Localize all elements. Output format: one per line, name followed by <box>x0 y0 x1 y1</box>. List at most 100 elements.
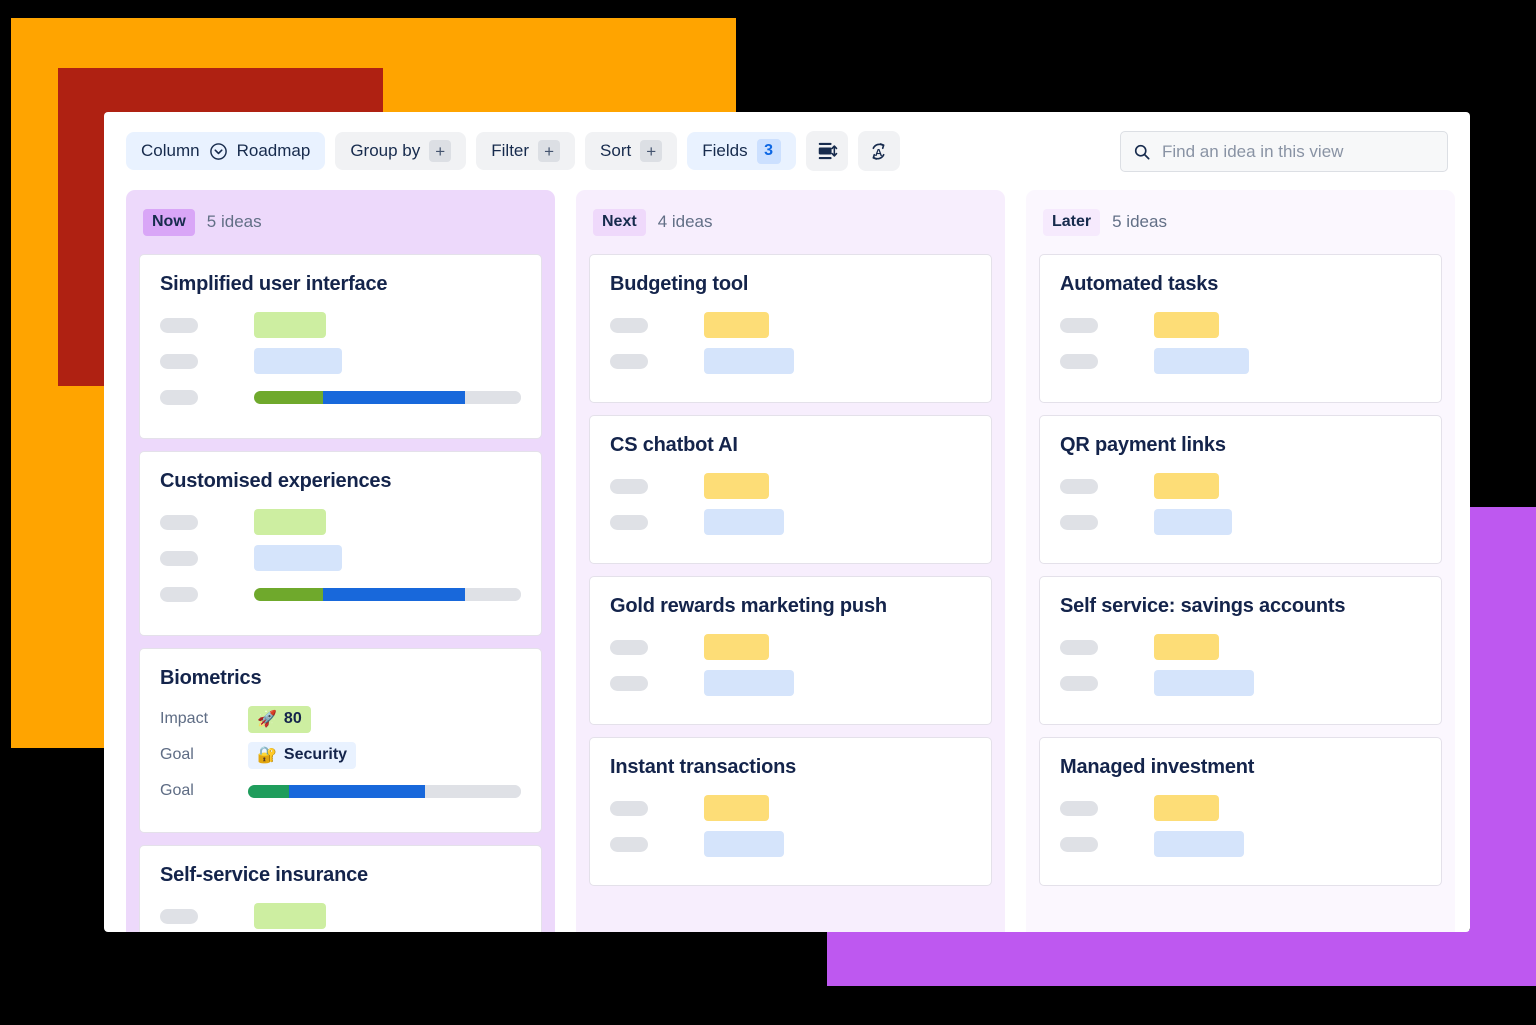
field-value-placeholder[interactable] <box>704 348 794 374</box>
progress-segment-green <box>254 587 324 601</box>
idea-card-title: Self service: savings accounts <box>1060 595 1346 617</box>
screenshot-stage: Column Roadmap Group by + Filter + Sort <box>0 0 1536 1025</box>
column-badge[interactable]: Next <box>593 208 646 236</box>
field-label-placeholder <box>610 675 648 691</box>
group-by-chip[interactable]: Group by + <box>335 132 467 170</box>
field-value-progress-bar[interactable] <box>248 784 521 798</box>
field-label-placeholder <box>610 478 648 494</box>
idea-card-field-row <box>1060 793 1421 823</box>
idea-card-field-row <box>160 346 521 376</box>
field-label-placeholder <box>1060 836 1098 852</box>
group-by-add-icon[interactable]: + <box>429 140 452 162</box>
field-value-placeholder[interactable] <box>704 473 769 499</box>
field-value-placeholder[interactable] <box>1154 473 1219 499</box>
column-roadmap-chip[interactable]: Column Roadmap <box>126 132 326 170</box>
field-label-placeholder <box>160 389 198 405</box>
chevron-down-circle-icon <box>209 142 228 161</box>
idea-card[interactable]: Instant transactions <box>589 737 992 886</box>
idea-card[interactable]: CS chatbot AI <box>589 415 992 564</box>
sort-chip[interactable]: Sort + <box>585 132 678 170</box>
decor-purple-bottom-block <box>827 930 1536 986</box>
field-value-placeholder[interactable] <box>254 312 326 338</box>
field-value-placeholder[interactable] <box>1154 509 1232 535</box>
field-value-placeholder[interactable] <box>704 831 784 857</box>
fields-count-badge: 3 <box>756 138 781 164</box>
field-value-placeholder[interactable] <box>704 509 784 535</box>
idea-card-field-row <box>610 829 971 859</box>
view-toolbar: Column Roadmap Group by + Filter + Sort <box>104 112 1470 190</box>
roadmap-board: Now 5 ideas Simplified user interface Custo… <box>104 190 1470 932</box>
idea-card-title: QR payment links <box>1060 434 1226 456</box>
field-label-placeholder <box>610 353 648 369</box>
field-label-placeholder <box>160 353 198 369</box>
field-label-placeholder <box>1060 639 1098 655</box>
auto-translate-icon[interactable]: A <box>857 131 900 171</box>
idea-card[interactable]: Self service: savings accounts <box>1039 576 1442 725</box>
group-by-label: Group by <box>350 141 421 160</box>
idea-card-field-row <box>160 901 521 931</box>
board-column-later: Later 5 ideas Automated tasks QR payment li… <box>1026 190 1455 932</box>
search-input[interactable] <box>1162 141 1435 162</box>
column-badge[interactable]: Later <box>1043 208 1101 236</box>
field-value-tag[interactable]: 🔐 Security <box>248 741 357 769</box>
board-column-next: Next 4 ideas Budgeting tool CS chatbot AI Go… <box>576 190 1005 932</box>
filter-chip[interactable]: Filter + <box>476 132 576 170</box>
field-label-placeholder <box>1060 317 1098 333</box>
idea-card-field-row <box>1060 471 1421 501</box>
idea-card-field-row <box>1060 632 1421 662</box>
idea-card-field-row <box>610 632 971 662</box>
idea-card[interactable]: Self-service insurance <box>139 845 542 932</box>
field-value-placeholder[interactable] <box>254 348 342 374</box>
field-label: Impact <box>160 710 209 727</box>
field-value-placeholder[interactable] <box>254 509 326 535</box>
idea-card[interactable]: Managed investment <box>1039 737 1442 886</box>
field-value-placeholder[interactable] <box>704 670 794 696</box>
idea-card[interactable]: Customised experiences <box>139 451 542 636</box>
idea-card-field-row <box>1060 346 1421 376</box>
row-height-icon[interactable] <box>805 131 848 171</box>
idea-card[interactable]: QR payment links <box>1039 415 1442 564</box>
field-value-placeholder[interactable] <box>704 312 769 338</box>
field-value-placeholder[interactable] <box>1154 831 1244 857</box>
idea-card-field-row <box>610 793 971 823</box>
idea-card[interactable]: Simplified user interface <box>139 254 542 439</box>
field-value-placeholder[interactable] <box>1154 312 1219 338</box>
field-value-placeholder[interactable] <box>254 903 326 929</box>
idea-card-title: Biometrics <box>160 667 262 689</box>
idea-card-field-row <box>610 507 971 537</box>
field-value-placeholder[interactable] <box>1154 795 1219 821</box>
idea-card[interactable]: Automated tasks <box>1039 254 1442 403</box>
idea-card-field-row: Goal <box>160 776 521 806</box>
field-value-progress-bar[interactable] <box>254 390 521 404</box>
field-value-tag[interactable]: 🚀 80 <box>248 705 311 733</box>
filter-label: Filter <box>491 141 530 160</box>
idea-card-field-row <box>160 507 521 537</box>
idea-card[interactable]: Gold rewards marketing push <box>589 576 992 725</box>
idea-card-title: Customised experiences <box>160 470 392 492</box>
progress-segment-rest <box>425 784 521 798</box>
field-value-placeholder[interactable] <box>1154 348 1249 374</box>
field-value-placeholder[interactable] <box>704 634 769 660</box>
field-value-placeholder[interactable] <box>704 795 769 821</box>
idea-card[interactable]: Budgeting tool <box>589 254 992 403</box>
field-value-placeholder[interactable] <box>1154 670 1254 696</box>
idea-card-field-row <box>610 346 971 376</box>
idea-card-title: Managed investment <box>1060 756 1255 778</box>
lock-icon: 🔐 <box>257 747 277 764</box>
field-value-progress-bar[interactable] <box>254 587 521 601</box>
column-idea-count: 5 ideas <box>1112 212 1167 231</box>
idea-card-field-row <box>160 543 521 573</box>
field-value-placeholder[interactable] <box>254 545 342 571</box>
idea-card-title: Self-service insurance <box>160 864 368 886</box>
filter-add-icon[interactable]: + <box>538 140 561 162</box>
idea-card-field-row <box>160 310 521 340</box>
idea-card-field-row <box>1060 829 1421 859</box>
fields-chip[interactable]: Fields 3 <box>687 132 796 170</box>
idea-card[interactable]: Biometrics Impact 🚀 80 Goal 🔐 Security Goal <box>139 648 542 833</box>
field-label-placeholder <box>160 550 198 566</box>
sort-add-icon[interactable]: + <box>640 140 663 162</box>
search-box[interactable] <box>1120 131 1448 172</box>
field-value-placeholder[interactable] <box>1154 634 1219 660</box>
column-badge[interactable]: Now <box>143 208 195 236</box>
idea-card-title: Budgeting tool <box>610 273 749 295</box>
